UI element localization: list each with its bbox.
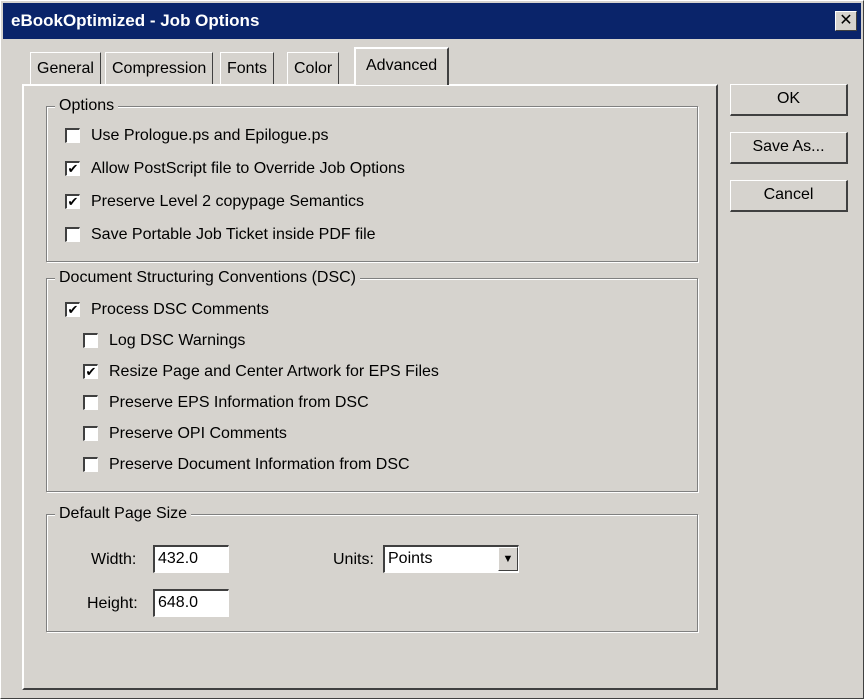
- save-as-button[interactable]: Save As...: [730, 132, 848, 164]
- ok-button-label: OK: [776, 90, 801, 107]
- checkbox-box[interactable]: ✔: [83, 364, 98, 379]
- close-button[interactable]: ✕: [835, 11, 857, 31]
- checkbox-label: Use Prologue.ps and Epilogue.ps: [91, 127, 329, 144]
- tab-label: Compression: [112, 60, 207, 77]
- units-value: Points: [388, 550, 433, 567]
- height-label: Height:: [87, 595, 138, 612]
- ok-button[interactable]: OK: [730, 84, 848, 116]
- units-dropdown[interactable]: Points ▼: [383, 545, 519, 573]
- dsc-group-title: Document Structuring Conventions (DSC): [55, 269, 361, 287]
- checkbox-label: Allow PostScript file to Override Job Op…: [91, 160, 405, 177]
- close-icon: ✕: [839, 12, 853, 29]
- chevron-down-icon[interactable]: ▼: [498, 547, 518, 571]
- tab-general[interactable]: General: [30, 52, 101, 84]
- page-size-group: Default Page Size Width: 432.0 Units: Po…: [46, 505, 698, 632]
- options-group-title: Options: [55, 97, 119, 115]
- checkbox-box[interactable]: [65, 128, 80, 143]
- checkbox-label: Preserve Document Information from DSC: [109, 456, 410, 473]
- width-label: Width:: [91, 551, 137, 568]
- checkbox-label: Log DSC Warnings: [109, 332, 246, 349]
- tab-compression[interactable]: Compression: [105, 52, 214, 84]
- advanced-panel: Options Use Prologue.ps and Epilogue.ps …: [22, 84, 718, 690]
- checkbox-box[interactable]: [83, 333, 98, 348]
- checkbox-label: Preserve OPI Comments: [109, 425, 287, 442]
- window-title: eBookOptimized - Job Options: [11, 11, 260, 30]
- checkbox-box[interactable]: [83, 457, 98, 472]
- tab-color[interactable]: Color: [287, 52, 340, 84]
- width-value: 432.0: [158, 550, 199, 567]
- tab-label: Fonts: [227, 60, 268, 77]
- checkbox-label: Preserve EPS Information from DSC: [109, 394, 369, 411]
- tab-label: Color: [294, 60, 333, 77]
- tab-label: General: [37, 60, 94, 77]
- units-label: Units:: [333, 551, 374, 568]
- checkbox-box[interactable]: [83, 426, 98, 441]
- tab-label: Advanced: [366, 57, 438, 74]
- checkbox-box[interactable]: ✔: [65, 161, 80, 176]
- tab-advanced[interactable]: Advanced: [354, 47, 450, 85]
- title-bar[interactable]: eBookOptimized - Job Options ✕: [3, 3, 861, 39]
- checkbox-box[interactable]: [65, 227, 80, 242]
- checkbox-label: Preserve Level 2 copypage Semantics: [91, 193, 365, 210]
- width-field[interactable]: 432.0: [153, 545, 229, 573]
- checkbox-label: Process DSC Comments: [91, 301, 269, 318]
- checkbox-box[interactable]: ✔: [65, 194, 80, 209]
- checkbox-label: Save Portable Job Ticket inside PDF file: [91, 226, 376, 243]
- checkbox-box[interactable]: ✔: [65, 302, 80, 317]
- page-size-group-title: Default Page Size: [55, 505, 192, 523]
- height-value: 648.0: [158, 594, 199, 611]
- dsc-group: Document Structuring Conventions (DSC) ✔…: [46, 269, 698, 492]
- height-field[interactable]: 648.0: [153, 589, 229, 617]
- checkbox-label: Resize Page and Center Artwork for EPS F…: [109, 363, 439, 380]
- cancel-button[interactable]: Cancel: [730, 180, 848, 212]
- save-as-button-label: Save As...: [752, 138, 825, 155]
- options-group: Options Use Prologue.ps and Epilogue.ps …: [46, 97, 698, 262]
- cancel-button-label: Cancel: [763, 186, 814, 203]
- tab-fonts[interactable]: Fonts: [220, 52, 275, 84]
- checkbox-box[interactable]: [83, 395, 98, 410]
